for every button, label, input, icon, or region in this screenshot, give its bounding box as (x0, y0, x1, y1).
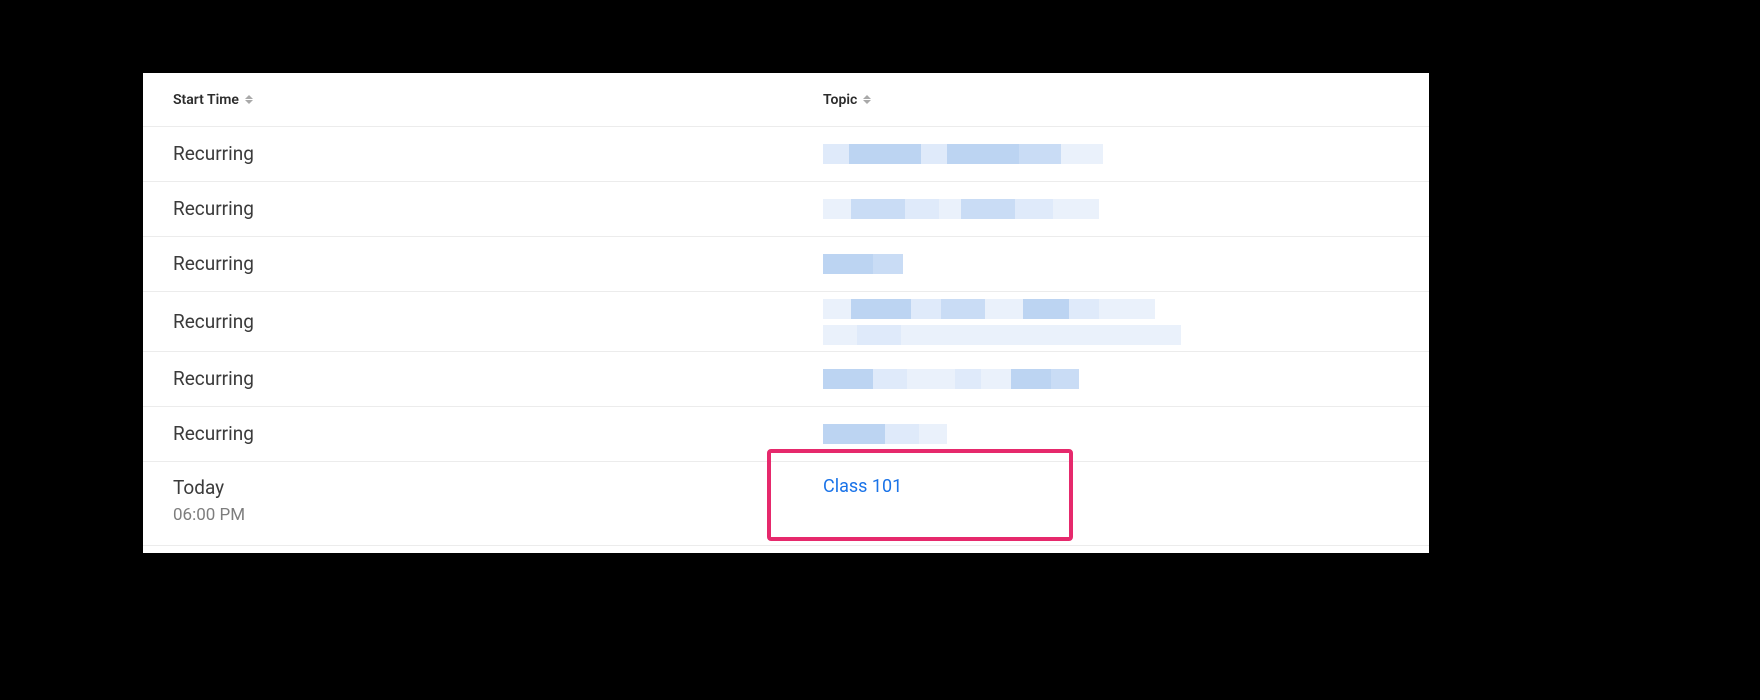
start-time-text: Recurring (173, 310, 823, 334)
table-row: Today 06:00 PM Class 101 (143, 462, 1429, 546)
start-time-text: Recurring (173, 142, 823, 166)
redacted-topic (823, 369, 1079, 389)
cell-topic[interactable] (823, 144, 1429, 164)
start-time-text: Recurring (173, 422, 823, 446)
column-header-start-time-label: Start Time (173, 92, 239, 108)
topic-link-class-101[interactable]: Class 101 (823, 476, 902, 497)
cell-start-time: Recurring (143, 252, 823, 276)
table-row: Recurring (143, 292, 1429, 352)
cell-start-time: Recurring (143, 310, 823, 334)
start-time-text: Recurring (173, 252, 823, 276)
redacted-topic (823, 144, 1103, 164)
meetings-table-panel: Start Time Topic Recurring Recurring (143, 73, 1429, 553)
start-time-text: Today (173, 476, 823, 500)
cell-topic[interactable] (823, 299, 1429, 345)
cell-start-time: Recurring (143, 367, 823, 391)
cell-topic: Class 101 (823, 476, 1429, 497)
redacted-topic (823, 199, 1099, 219)
sort-icon (245, 93, 254, 107)
cell-start-time: Recurring (143, 142, 823, 166)
start-time-text: Recurring (173, 367, 823, 391)
column-header-topic-label: Topic (823, 92, 857, 108)
cell-start-time: Today 06:00 PM (143, 476, 823, 527)
table-row: Recurring (143, 182, 1429, 237)
table-row: Recurring (143, 352, 1429, 407)
table-row: Recurring (143, 407, 1429, 462)
cell-start-time: Recurring (143, 422, 823, 446)
table-row: Recurring (143, 237, 1429, 292)
redacted-topic (823, 325, 1181, 345)
start-time-text: Recurring (173, 197, 823, 221)
column-header-start-time[interactable]: Start Time (143, 92, 823, 108)
redacted-topic (823, 424, 947, 444)
cell-topic[interactable] (823, 254, 1429, 274)
start-time-subtext: 06:00 PM (173, 504, 823, 527)
table-row: Recurring (143, 127, 1429, 182)
redacted-topic (823, 299, 1155, 319)
redacted-topic (823, 254, 903, 274)
cell-topic[interactable] (823, 199, 1429, 219)
cell-topic[interactable] (823, 424, 1429, 444)
column-header-topic[interactable]: Topic (823, 92, 872, 108)
sort-icon (863, 93, 872, 107)
cell-topic[interactable] (823, 369, 1429, 389)
table-header-row: Start Time Topic (143, 73, 1429, 127)
cell-start-time: Recurring (143, 197, 823, 221)
